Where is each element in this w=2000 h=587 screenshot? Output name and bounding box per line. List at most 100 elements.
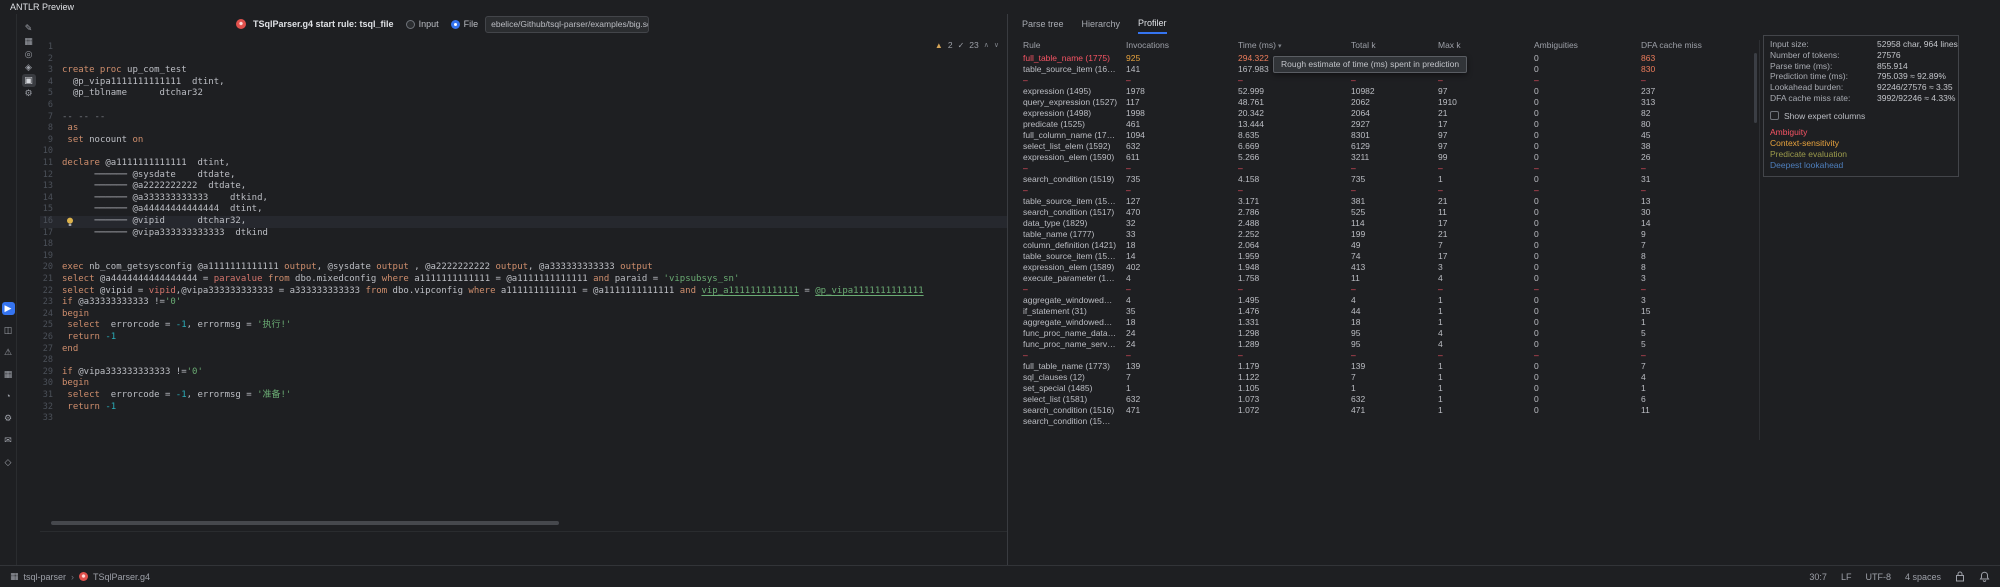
show-expert-columns-checkbox[interactable]: Show expert columns xyxy=(1770,110,1958,122)
workspace-icon[interactable]: ▦ xyxy=(10,571,19,582)
profiler-row[interactable]: full_column_name (17…10948.635830197045 xyxy=(1008,130,1756,141)
column-header-invocations[interactable]: Invocations xyxy=(1126,40,1238,50)
column-header-max-k[interactable]: Max k xyxy=(1438,40,1534,50)
code-line[interactable]: 10 xyxy=(40,146,1007,158)
column-header-ambiguities[interactable]: Ambiguities xyxy=(1534,40,1641,50)
file-path-input[interactable]: ebelice/Github/tsql-parser/examples/big.… xyxy=(485,16,649,33)
caret-position-widget[interactable]: 30:7 xyxy=(1809,572,1827,582)
profiler-row[interactable]: select_list_elem (1592)6326.669612997038 xyxy=(1008,141,1756,152)
column-header-rule[interactable]: Rule xyxy=(1023,40,1126,50)
input-radio[interactable]: Input xyxy=(406,19,439,29)
profiler-row[interactable]: aggregate_windowed…181.33118101 xyxy=(1008,317,1756,328)
code-line[interactable]: 28 xyxy=(40,355,1007,367)
settings-tool-icon[interactable]: ⚙ xyxy=(2,412,15,425)
antlr-preview-tool-icon[interactable]: ▶ xyxy=(2,302,15,315)
autoscroll-icon[interactable]: ▣ xyxy=(22,74,36,87)
profiler-row[interactable]: column_definition (1421)182.06449707 xyxy=(1008,240,1756,251)
profiler-row[interactable]: execute_parameter (1…41.75811403 xyxy=(1008,273,1756,284)
code-line[interactable]: 18 xyxy=(40,239,1007,251)
profiler-row[interactable]: query_expression (1527)11748.76120621910… xyxy=(1008,97,1756,108)
profiler-row[interactable]: ––––––– xyxy=(1008,185,1756,196)
breadcrumb-file[interactable]: TSqlParser.g4 xyxy=(93,572,150,582)
code-line[interactable]: 27end xyxy=(40,344,1007,356)
terminal-tool-icon[interactable]: ▦ xyxy=(2,368,15,381)
encoding-widget[interactable]: UTF-8 xyxy=(1865,572,1891,582)
code-line[interactable]: 8 as xyxy=(40,123,1007,135)
profiler-row[interactable]: full_table_name (1773)1391.179139107 xyxy=(1008,361,1756,372)
code-line[interactable]: 16 ────── @vipid dtchar32, xyxy=(40,216,1007,228)
structure-tool-icon[interactable]: ◫ xyxy=(2,324,15,337)
profiler-row[interactable]: data_type (1829)322.48811417014 xyxy=(1008,218,1756,229)
grammar-list-icon[interactable]: ▦ xyxy=(22,35,36,48)
lock-icon[interactable] xyxy=(1955,571,1965,582)
profiler-toggle-icon[interactable]: ◈ xyxy=(22,61,36,74)
code-line[interactable]: 3create proc up_com_test xyxy=(40,65,1007,77)
settings-gear-icon[interactable]: ⚙ xyxy=(22,87,36,100)
profiler-row[interactable]: expression (1498)199820.342206421082 xyxy=(1008,108,1756,119)
profiler-row[interactable]: search_condition (1517)4702.78652511030 xyxy=(1008,207,1756,218)
column-header-dfa-cache-miss[interactable]: DFA cache miss xyxy=(1641,40,1756,50)
tab-profiler[interactable]: Profiler xyxy=(1138,14,1167,34)
code-line[interactable]: 1 xyxy=(40,42,1007,54)
notifications-bell-icon[interactable] xyxy=(1979,571,1990,582)
code-line[interactable]: 2 xyxy=(40,54,1007,66)
profiler-row[interactable]: expression_elem (1589)4021.948413308 xyxy=(1008,262,1756,273)
code-line[interactable]: 20exec nb_com_getsysconfig @a11111111111… xyxy=(40,262,1007,274)
code-line[interactable]: 12 ────── @sysdate dtdate, xyxy=(40,170,1007,182)
code-line[interactable]: 25 select errorcode = -1, errormsg = '执行… xyxy=(40,320,1007,332)
code-line[interactable]: 30begin xyxy=(40,378,1007,390)
code-editor[interactable]: 123create proc up_com_test4 @p_vipa11111… xyxy=(40,34,1007,534)
code-line[interactable]: 15 ────── @a44444444444444 dtint, xyxy=(40,204,1007,216)
line-ending-widget[interactable]: LF xyxy=(1841,572,1852,582)
code-line[interactable]: 7-- -- -- xyxy=(40,112,1007,124)
misc-tool-icon[interactable]: ◇ xyxy=(2,456,15,469)
code-line[interactable]: 33 xyxy=(40,413,1007,425)
profiler-row[interactable]: ––––––– xyxy=(1008,284,1756,295)
tab-hierarchy[interactable]: Hierarchy xyxy=(1082,15,1121,33)
profiler-scrollbar[interactable] xyxy=(1754,53,1757,123)
services-tool-icon[interactable]: ◔ xyxy=(2,390,15,403)
code-line[interactable]: 11declare @a1111111111111 dtint, xyxy=(40,158,1007,170)
profiler-row[interactable]: search_condition (1519)7354.1587351031 xyxy=(1008,174,1756,185)
profiler-row[interactable]: func_proc_name_data…241.29895405 xyxy=(1008,328,1756,339)
profiler-row[interactable]: func_proc_name_serv…241.28995405 xyxy=(1008,339,1756,350)
code-line[interactable]: 31 select errorcode = -1, errormsg = '准备… xyxy=(40,390,1007,402)
file-radio[interactable]: File xyxy=(451,19,479,29)
breadcrumb-project[interactable]: tsql-parser xyxy=(24,572,67,582)
code-line[interactable]: 5 @p_tblname dtchar32 xyxy=(40,88,1007,100)
profiler-row[interactable]: expression (1495)197852.99910982970237 xyxy=(1008,86,1756,97)
code-line[interactable]: 26 return -1 xyxy=(40,332,1007,344)
profiler-row[interactable]: search_condition (15… xyxy=(1008,416,1756,427)
profiler-row[interactable]: aggregate_windowed…41.4954103 xyxy=(1008,295,1756,306)
column-header-total-k[interactable]: Total k xyxy=(1351,40,1438,50)
profiler-row[interactable]: search_condition (1516)4711.0724711011 xyxy=(1008,405,1756,416)
code-line[interactable]: 14 ────── @a333333333333 dtkind, xyxy=(40,193,1007,205)
profiler-row[interactable]: expression_elem (1590)6115.266321199026 xyxy=(1008,152,1756,163)
profiler-row[interactable]: table_source_item (15…1273.17138121013 xyxy=(1008,196,1756,207)
code-line[interactable]: 23if @a33333333333 !='0' xyxy=(40,297,1007,309)
code-line[interactable]: 32 return -1 xyxy=(40,402,1007,414)
profiler-row[interactable]: table_name (1777)332.2521992109 xyxy=(1008,229,1756,240)
next-problem-icon[interactable]: ∨ xyxy=(994,41,999,49)
profiler-row[interactable]: if_statement (31)351.476441015 xyxy=(1008,306,1756,317)
edit-input-icon[interactable]: ✎ xyxy=(22,22,36,35)
problems-tool-icon[interactable]: ⚠ xyxy=(2,346,15,359)
profiler-row[interactable]: set_special (1485)11.1051101 xyxy=(1008,383,1756,394)
profiler-row[interactable]: select_list (1581)6321.073632106 xyxy=(1008,394,1756,405)
notifications-tool-icon[interactable]: ✉ xyxy=(2,434,15,447)
profiler-row[interactable]: ––––––– xyxy=(1008,163,1756,174)
profiler-row[interactable]: ––––––– xyxy=(1008,75,1756,86)
profiler-row[interactable]: predicate (1525)46113.444292717080 xyxy=(1008,119,1756,130)
previous-problem-icon[interactable]: ∧ xyxy=(984,41,989,49)
tab-parse-tree[interactable]: Parse tree xyxy=(1022,15,1064,33)
code-line[interactable]: 6 xyxy=(40,100,1007,112)
code-line[interactable]: 4 @p_vipa1111111111111 dtint, xyxy=(40,77,1007,89)
code-line[interactable]: 22select @vipid = vipid,@vipa33333333333… xyxy=(40,286,1007,298)
column-header-time-ms-[interactable]: Time (ms)▾ xyxy=(1238,40,1351,50)
profiler-row[interactable]: ––––––– xyxy=(1008,350,1756,361)
scope-icon[interactable]: ◎ xyxy=(22,48,36,61)
code-line[interactable]: 19 xyxy=(40,251,1007,263)
indent-widget[interactable]: 4 spaces xyxy=(1905,572,1941,582)
profiler-row[interactable]: sql_clauses (12)71.1227104 xyxy=(1008,372,1756,383)
horizontal-scrollbar[interactable] xyxy=(51,521,559,525)
